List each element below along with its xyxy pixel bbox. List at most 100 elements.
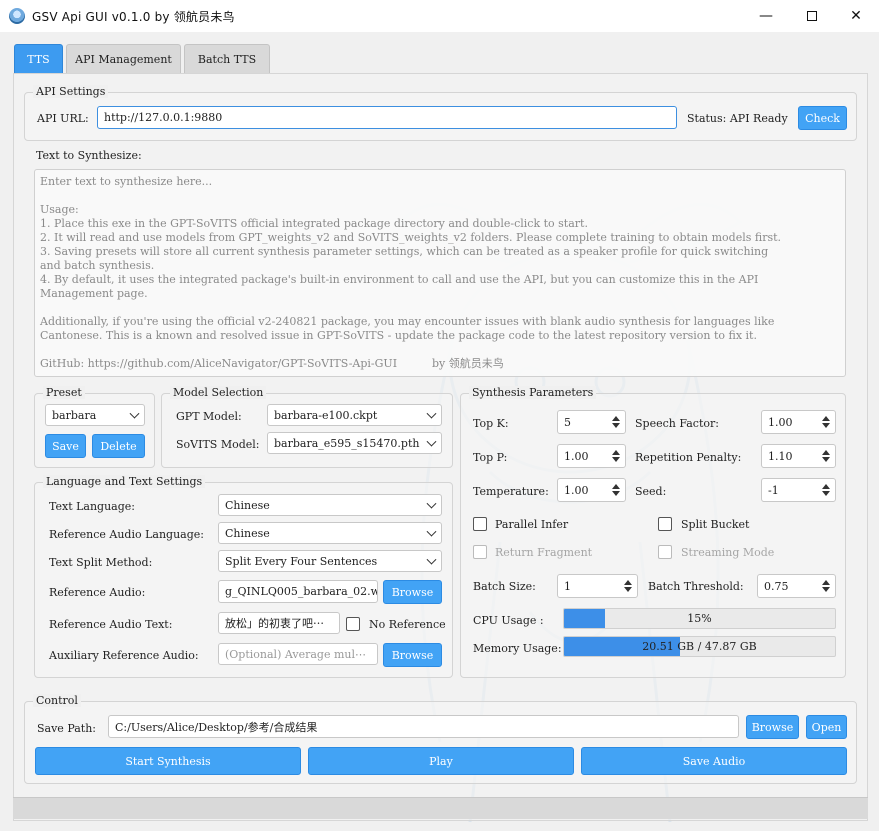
save-path-browse-button[interactable]: Browse [746, 715, 799, 739]
chevron-down-icon [426, 436, 437, 447]
split-bucket-checkbox[interactable] [658, 517, 672, 531]
textarea-line [40, 189, 840, 203]
model-selection-title: Model Selection [170, 386, 267, 399]
save-audio-button[interactable]: Save Audio [581, 747, 847, 775]
maximize-button[interactable] [789, 0, 835, 32]
spin-up-icon[interactable] [612, 484, 620, 489]
memory-usage-text: 20.51 GB / 47.87 GB [642, 640, 757, 653]
spin-up-icon[interactable] [612, 450, 620, 455]
textarea-line: Enter text to synthesize here... [40, 175, 213, 188]
api-settings-group: API Settings API URL: http://127.0.0.1:9… [24, 85, 857, 141]
ref-audio-language-value: Chinese [225, 526, 270, 540]
batch-size-value: 1 [564, 579, 571, 593]
split-bucket-label: Split Bucket [681, 518, 750, 531]
preset-select[interactable]: barbara [45, 404, 145, 426]
temperature-value: 1.00 [564, 483, 589, 497]
save-path-input[interactable]: C:/Users/Alice/Desktop/参考/合成结果 [108, 715, 739, 738]
spin-up-icon[interactable] [822, 484, 830, 489]
spin-up-icon[interactable] [822, 416, 830, 421]
repetition-penalty-value: 1.10 [768, 449, 793, 463]
repetition-penalty-spinbox[interactable]: 1.10 [761, 444, 836, 468]
preset-group: Preset barbara Save Delete [34, 386, 155, 468]
return-fragment-checkbox[interactable] [473, 545, 487, 559]
tab-tts[interactable]: TTS [14, 44, 63, 74]
spin-down-icon[interactable] [624, 587, 632, 592]
textarea-line [40, 301, 840, 315]
batch-size-label: Batch Size: [473, 580, 536, 593]
spin-down-icon[interactable] [822, 457, 830, 462]
play-button[interactable]: Play [308, 747, 574, 775]
textarea-line [40, 343, 840, 357]
close-button[interactable]: ✕ [833, 0, 879, 32]
control-group: Control Save Path: C:/Users/Alice/Deskto… [24, 694, 857, 784]
sovits-model-select[interactable]: barbara_e595_s15470.pth [267, 432, 442, 454]
cpu-usage-bar: 15% [563, 608, 836, 629]
gpt-model-select[interactable]: barbara-e100.ckpt [267, 404, 442, 426]
text-language-label: Text Language: [49, 500, 136, 513]
ref-audio-input[interactable]: g_QINLQ005_barbara_02.wav [218, 580, 378, 603]
ref-audio-browse-button[interactable]: Browse [383, 580, 442, 604]
textarea-line: Cantonese. This is a known and resolved … [40, 329, 757, 342]
textarea-line: 3. Saving presets will store all current… [40, 245, 769, 258]
save-path-label: Save Path: [37, 722, 96, 735]
text-language-value: Chinese [225, 498, 270, 512]
main-window: TTS API Management Batch TTS API Setting… [0, 32, 879, 831]
spin-down-icon[interactable] [612, 491, 620, 496]
spin-down-icon[interactable] [822, 423, 830, 428]
open-folder-button[interactable]: Open [806, 715, 847, 739]
split-method-select[interactable]: Split Every Four Sentences [218, 550, 442, 572]
spin-down-icon[interactable] [822, 491, 830, 496]
ref-audio-language-select[interactable]: Chinese [218, 522, 442, 544]
spin-down-icon[interactable] [822, 587, 830, 592]
spin-down-icon[interactable] [612, 457, 620, 462]
spin-up-icon[interactable] [612, 416, 620, 421]
api-status-text: Status: API Ready [687, 112, 788, 125]
speech-factor-value: 1.00 [768, 415, 793, 429]
synthesis-text-area[interactable]: Enter text to synthesize here... Usage: … [34, 169, 846, 377]
spin-up-icon[interactable] [624, 580, 632, 585]
spin-up-icon[interactable] [822, 450, 830, 455]
top-p-value: 1.00 [564, 449, 589, 463]
language-text-settings-group: Language and Text Settings Text Language… [34, 475, 453, 678]
no-reference-checkbox[interactable] [346, 617, 360, 631]
ref-text-input[interactable]: 放松」的初衷了吧⋯ [218, 612, 340, 634]
minimize-button[interactable]: — [743, 0, 789, 32]
textarea-line: Additionally, if you're using the offici… [40, 315, 775, 328]
gpt-model-value: barbara-e100.ckpt [274, 408, 378, 422]
synthesis-parameters-group: Synthesis Parameters Top K: 5 Speech Fac… [460, 386, 846, 678]
top-k-value: 5 [564, 415, 571, 429]
ref-audio-language-label: Reference Audio Language: [49, 528, 204, 541]
check-button[interactable]: Check [798, 106, 847, 130]
batch-threshold-spinbox[interactable]: 0.75 [757, 574, 836, 598]
ref-audio-label: Reference Audio: [49, 586, 146, 599]
spin-up-icon[interactable] [822, 580, 830, 585]
gpt-model-label: GPT Model: [176, 410, 242, 423]
api-url-input[interactable]: http://127.0.0.1:9880 [97, 106, 677, 129]
start-synthesis-button[interactable]: Start Synthesis [35, 747, 301, 775]
streaming-mode-checkbox[interactable] [658, 545, 672, 559]
batch-size-spinbox[interactable]: 1 [557, 574, 638, 598]
top-p-spinbox[interactable]: 1.00 [557, 444, 626, 468]
status-bar [13, 797, 868, 819]
parallel-infer-checkbox[interactable] [473, 517, 487, 531]
tab-batch-tts[interactable]: Batch TTS [184, 44, 270, 74]
memory-usage-bar: 20.51 GB / 47.87 GB [563, 636, 836, 657]
spin-down-icon[interactable] [612, 423, 620, 428]
seed-spinbox[interactable]: -1 [761, 478, 836, 502]
temperature-spinbox[interactable]: 1.00 [557, 478, 626, 502]
return-fragment-label: Return Fragment [495, 546, 593, 559]
aux-ref-audio-browse-button[interactable]: Browse [383, 643, 442, 667]
delete-preset-button[interactable]: Delete [92, 434, 145, 458]
tab-api-management[interactable]: API Management [66, 44, 181, 74]
textarea-line: Usage: [40, 203, 79, 216]
top-k-spinbox[interactable]: 5 [557, 410, 626, 434]
synthesis-parameters-title: Synthesis Parameters [469, 386, 597, 399]
split-method-label: Text Split Method: [49, 556, 153, 569]
aux-ref-audio-input[interactable]: (Optional) Average mul⋯ [218, 643, 378, 665]
parallel-infer-label: Parallel Infer [495, 518, 569, 531]
save-preset-button[interactable]: Save [45, 434, 86, 458]
cpu-usage-text: 15% [687, 612, 712, 625]
speech-factor-spinbox[interactable]: 1.00 [761, 410, 836, 434]
speech-factor-label: Speech Factor: [635, 417, 719, 430]
text-language-select[interactable]: Chinese [218, 494, 442, 516]
